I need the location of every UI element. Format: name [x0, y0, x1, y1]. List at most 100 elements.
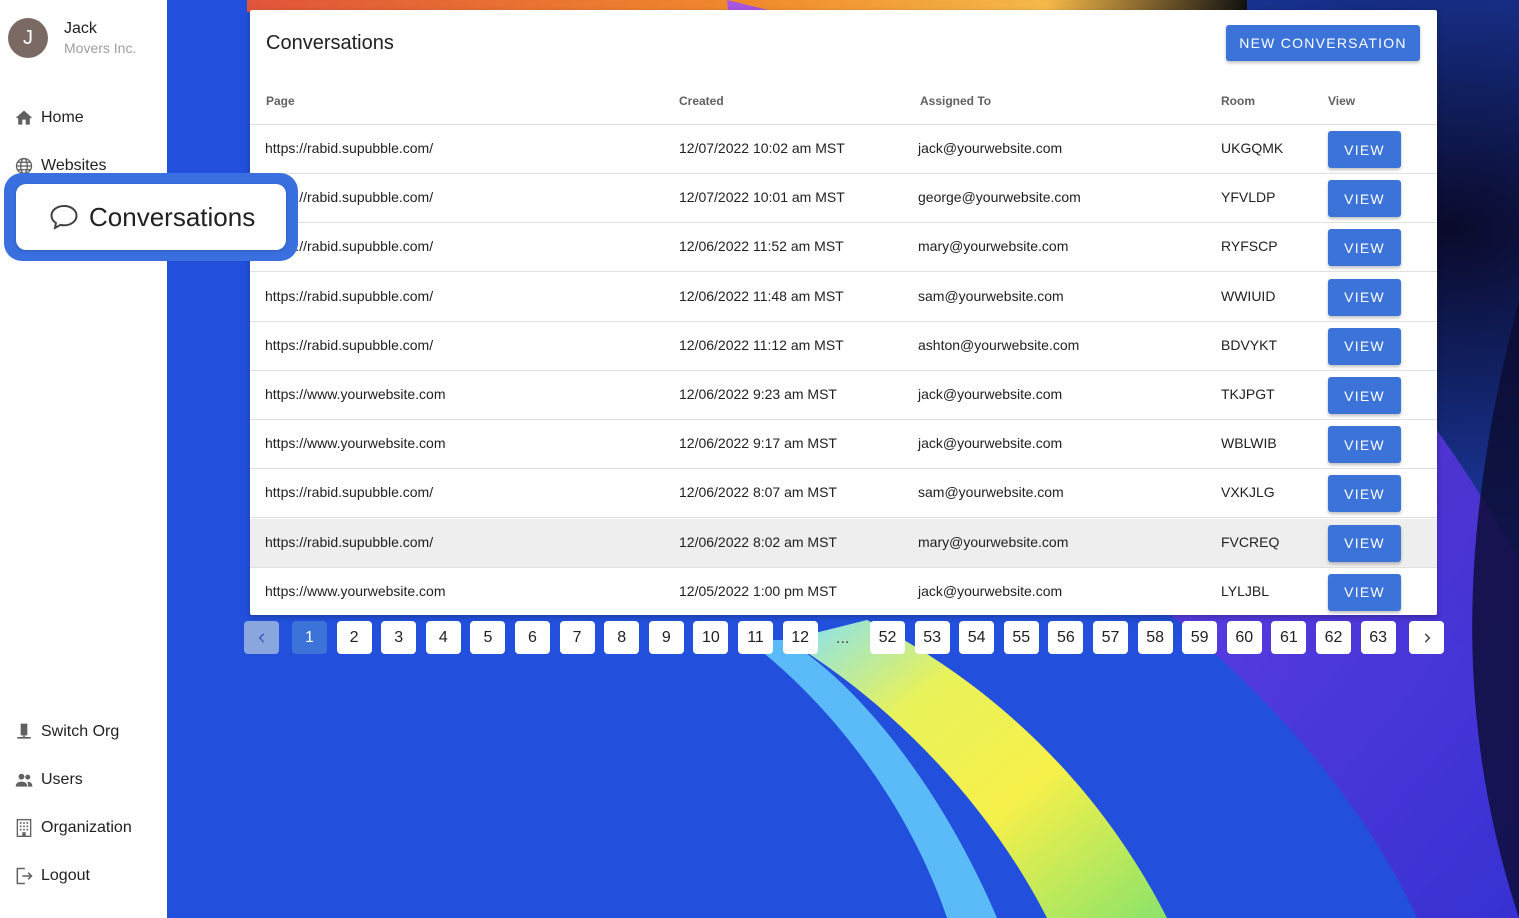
page-button[interactable]: 3	[381, 621, 417, 654]
cell-created: 12/06/2022 9:23 am MST	[679, 386, 837, 402]
cell-page: https://www.yourwebsite.com	[265, 386, 446, 402]
cell-created: 12/06/2022 8:07 am MST	[679, 484, 837, 501]
cell-assigned-to: mary@yourwebsite.com	[918, 533, 1069, 550]
page-button[interactable]: 63	[1360, 621, 1396, 654]
page-button[interactable]: 2	[336, 621, 372, 654]
cell-room: FVCREQ	[1221, 533, 1280, 550]
table-row[interactable]: https://www.yourwebsite.com 12/06/2022 9:…	[250, 371, 1437, 420]
view-button[interactable]: VIEW	[1328, 573, 1401, 611]
column-header-room[interactable]: Room	[1221, 94, 1255, 108]
cell-room: TKJPGT	[1221, 386, 1275, 402]
page-button[interactable]: 55	[1003, 621, 1039, 654]
page-button[interactable]: 53	[914, 621, 950, 654]
table-row[interactable]: https://rabid.supubble.com/12/06/2022 11…	[250, 273, 1437, 322]
cell-page: https://www.yourwebsite.com	[265, 582, 446, 599]
page-button[interactable]: 4	[425, 621, 461, 654]
sidebar-item-logout[interactable]: Logout	[14, 864, 90, 888]
page-button[interactable]: 8	[604, 621, 640, 654]
cell-assigned-to: sam@yourwebsite.com	[918, 287, 1064, 304]
user-name: Jack	[64, 20, 97, 37]
cell-room: WBLWIB	[1221, 435, 1277, 452]
cell-room: UKGQMK	[1221, 140, 1284, 156]
sidebar-item-organization[interactable]: Organization	[14, 816, 132, 840]
sidebar-item-label: Conversations	[89, 201, 256, 232]
cell-assigned-to: jack@yourwebsite.com	[918, 582, 1063, 599]
view-button[interactable]: VIEW	[1328, 524, 1401, 562]
page-button[interactable]: 62	[1316, 621, 1351, 654]
sidebar-item-conversations[interactable]: Conversations	[16, 184, 286, 250]
view-button[interactable]: VIEW	[1328, 180, 1401, 218]
cell-room: YFVLDP	[1221, 189, 1276, 206]
previous-page-button[interactable]	[244, 621, 279, 654]
view-button[interactable]: VIEW	[1328, 377, 1401, 414]
cell-created: 12/06/2022 9:17 am MST	[679, 435, 837, 452]
table-row[interactable]: https://rabid.supubble.com/12/06/2022 8:…	[250, 518, 1437, 568]
user-profile[interactable]: J Jack Movers Inc.	[8, 18, 136, 58]
view-button[interactable]: VIEW	[1328, 131, 1401, 168]
logout-icon	[14, 866, 34, 886]
cell-assigned-to: jack@yourwebsite.com	[918, 386, 1063, 402]
cell-assigned-to: sam@yourwebsite.com	[918, 484, 1064, 501]
cell-assigned-to: mary@yourwebsite.com	[918, 238, 1069, 255]
page-button[interactable]: 7	[559, 621, 595, 654]
users-icon	[14, 770, 34, 790]
new-conversation-button[interactable]: NEW CONVERSATION	[1226, 25, 1420, 61]
column-header-assigned[interactable]: Assigned To	[920, 94, 991, 108]
table-row[interactable]: https://rabid.supubble.com/12/06/2022 8:…	[250, 469, 1437, 519]
page-button[interactable]: 5	[470, 621, 506, 654]
org-name: Movers Inc.	[64, 40, 137, 56]
cell-room: WWIUID	[1221, 287, 1276, 304]
cell-page: https://rabid.supubble.com/	[265, 287, 434, 304]
view-button[interactable]: VIEW	[1328, 475, 1401, 513]
table-row[interactable]: https://rabid.supubble.com/12/06/2022 11…	[250, 322, 1437, 371]
page-button[interactable]: 61	[1271, 621, 1307, 654]
table-row[interactable]: https://www.yourwebsite.com 12/06/2022 9:…	[250, 420, 1437, 470]
next-page-button[interactable]	[1409, 621, 1444, 654]
table-row[interactable]: https://rabid.supubble.com/12/07/2022 10…	[250, 125, 1437, 174]
page-button[interactable]: 1	[292, 621, 327, 654]
table-row[interactable]: https://rabid.supubble.com/12/06/2022 11…	[250, 223, 1437, 273]
column-header-created[interactable]: Created	[679, 94, 724, 108]
chevron-left-icon	[258, 632, 264, 643]
table-row[interactable]: https://rabid.supubble.com/12/07/2022 10…	[250, 174, 1437, 224]
cell-created: 12/06/2022 11:52 am MST	[679, 238, 844, 255]
sidebar-item-label: Home	[41, 109, 84, 126]
view-button[interactable]: VIEW	[1328, 327, 1401, 365]
conversations-highlight: Conversations	[4, 173, 298, 261]
building-icon	[14, 818, 34, 838]
cell-page: https://rabid.supubble.com/	[265, 484, 434, 501]
page-button[interactable]: 10	[693, 621, 729, 654]
cell-page: https://rabid.supubble.com/	[265, 336, 434, 353]
table-row[interactable]: https://www.yourwebsite.com 12/05/2022 1:…	[250, 568, 1437, 615]
view-button[interactable]: VIEW	[1328, 229, 1401, 267]
page-button[interactable]: 52	[870, 621, 905, 654]
view-button[interactable]: VIEW	[1328, 426, 1401, 464]
page-button[interactable]: 12	[782, 621, 818, 654]
page-button[interactable]: 60	[1226, 621, 1262, 654]
cell-room: VXKJLG	[1221, 484, 1275, 501]
cell-room: RYFSCP	[1221, 238, 1278, 255]
page-button[interactable]: 9	[648, 621, 684, 654]
sidebar-item-users[interactable]: Users	[14, 768, 83, 792]
cell-assigned-to: ashton@yourwebsite.com	[918, 336, 1080, 353]
page-button[interactable]: 57	[1093, 621, 1128, 654]
page-button[interactable]: 56	[1048, 621, 1084, 654]
page-button[interactable]: 6	[515, 621, 550, 654]
page-button[interactable]: 54	[959, 621, 995, 654]
view-button[interactable]: VIEW	[1328, 278, 1401, 316]
page-button[interactable]: 11	[738, 621, 773, 654]
pagination-ellipsis: ...	[836, 630, 850, 647]
cell-created: 12/06/2022 11:12 am MST	[679, 336, 844, 353]
sidebar-item-label: Users	[41, 771, 83, 788]
page-button[interactable]: 59	[1182, 621, 1218, 654]
cell-room: LYLJBL	[1221, 582, 1269, 599]
chevron-right-icon	[1424, 632, 1430, 643]
column-header-page[interactable]: Page	[266, 94, 295, 108]
sidebar-item-home[interactable]: Home	[14, 106, 84, 130]
page-button[interactable]: 58	[1137, 621, 1173, 654]
sidebar-item-switch-org[interactable]: Switch Org	[14, 720, 119, 744]
cell-created: 12/06/2022 8:02 am MST	[679, 533, 837, 550]
cell-created: 12/07/2022 10:01 am MST	[679, 189, 845, 206]
cell-page: https://www.yourwebsite.com	[265, 435, 446, 452]
avatar: J	[8, 18, 48, 58]
